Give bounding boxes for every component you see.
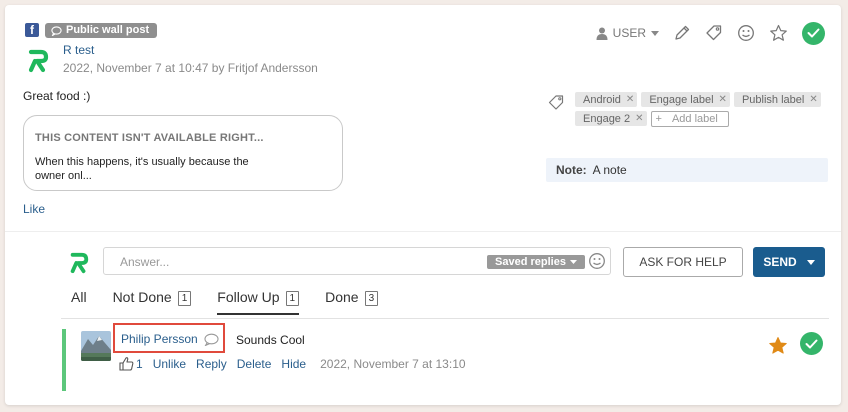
assign-user-label: USER [612,26,646,40]
tab-not-done[interactable]: Not Done 1 [113,289,192,315]
label-chip[interactable]: Engage 2 ✕ [575,111,647,126]
delete-link[interactable]: Delete [237,357,272,371]
note-text: A note [592,163,627,177]
tab-label: Follow Up [217,289,280,305]
caret-down-icon[interactable] [806,259,815,265]
speech-bubble-icon [51,25,62,36]
post-card: f Public wall post R test 2022, November… [5,5,841,405]
reply-link[interactable]: Reply [196,357,227,371]
user-icon [596,27,608,40]
tag-button[interactable] [705,24,723,42]
comment-done-button[interactable] [800,332,823,355]
remove-label-icon[interactable]: ✕ [635,113,643,124]
comment-text: Sounds Cool [236,333,305,347]
remove-label-icon[interactable]: ✕ [719,94,727,105]
smiley-icon [738,25,754,41]
tab-label: Not Done [112,289,172,305]
send-label: SEND [763,255,797,269]
like-link[interactable]: Like [23,202,45,216]
tab-count: 3 [364,291,379,306]
tab-count: 1 [285,291,300,306]
tabs-divider [61,318,829,319]
thumbs-up-icon [119,357,134,371]
check-icon [805,339,818,348]
divider [5,231,841,232]
remove-label-icon[interactable]: ✕ [809,94,817,105]
check-icon [807,28,820,38]
post-type-label: Public wall post [66,24,150,36]
star-icon [770,24,787,41]
like-count: 1 [119,356,143,371]
favorite-button[interactable] [769,24,788,42]
ask-for-help-button[interactable]: ASK FOR HELP [623,247,743,277]
saved-replies-label: Saved replies [495,256,566,268]
comment-status-bar [62,329,66,391]
pencil-icon [675,25,690,40]
label-chip[interactable]: Publish label ✕ [733,92,821,107]
label-list: Android ✕ Engage label ✕ Publish label ✕… [575,92,835,127]
tab-label: All [71,289,87,305]
star-icon[interactable] [768,336,788,355]
comment-timestamp: 2022, November 7 at 13:10 [320,356,466,371]
avatar[interactable] [81,331,111,361]
post-author[interactable]: R test [63,43,94,57]
edit-button[interactable] [673,24,691,42]
plus-icon: + [655,113,662,125]
embedded-content-card[interactable]: THIS CONTENT ISN'T AVAILABLE RIGHT... Wh… [23,115,343,191]
comment-filter-tabs: All Not Done 1 Follow Up 1 Done 3 [71,289,404,315]
label-chip[interactable]: Engage label ✕ [641,92,730,107]
note-box[interactable]: Note: A note [546,158,828,182]
tag-icon [706,25,722,41]
tab-done[interactable]: Done 3 [325,289,379,315]
comment-actions: 1 Unlike Reply Delete Hide 2022, Novembe… [119,356,466,371]
mark-done-button[interactable] [802,21,825,45]
label-text: Engage label [649,93,714,106]
unlike-link[interactable]: Unlike [153,357,186,371]
brand-logo [28,49,49,73]
post-toolbar: USER [596,21,825,45]
tab-count: 1 [177,291,192,306]
labels-tag-icon [548,95,564,110]
remove-label-icon[interactable]: ✕ [626,94,634,105]
tab-label: Done [325,289,359,305]
tab-follow-up[interactable]: Follow Up 1 [217,289,300,315]
label-text: Publish label [741,93,805,106]
facebook-icon: f [25,23,39,37]
sentiment-button[interactable] [737,24,755,42]
tab-all[interactable]: All [71,289,87,315]
label-chip[interactable]: Android ✕ [575,92,638,107]
assign-user-dropdown[interactable]: USER [596,26,659,40]
label-text: Android [583,93,621,106]
post-meta: 2022, November 7 at 10:47 by Fritjof And… [63,61,318,75]
commenter-name-link[interactable]: Philip Persson [121,332,219,346]
caret-down-icon [651,30,659,36]
note-prefix: Note: [556,163,587,177]
hide-link[interactable]: Hide [281,357,306,371]
avatar-image [81,331,111,361]
embed-body: When this happens, it's usually because … [35,156,249,182]
add-label-button[interactable]: + Add label [650,111,729,127]
post-type-badge: Public wall post [45,23,158,38]
saved-replies-dropdown[interactable]: Saved replies [487,255,585,269]
post-text: Great food :) [23,89,91,103]
reply-box: Saved replies [103,247,611,276]
send-button[interactable]: SEND [753,247,825,277]
answer-input[interactable] [104,248,502,276]
add-label-text: Add label [671,113,718,125]
speech-bubble-icon[interactable] [203,333,219,346]
label-text: Engage 2 [583,112,631,125]
like-count-value: 1 [136,356,143,371]
caret-down-icon [569,260,577,264]
reply-brand-logo [70,252,89,274]
commenter-name: Philip Persson [121,332,198,346]
emoji-icon[interactable] [588,252,606,270]
embed-title: THIS CONTENT ISN'T AVAILABLE RIGHT... [35,132,264,144]
